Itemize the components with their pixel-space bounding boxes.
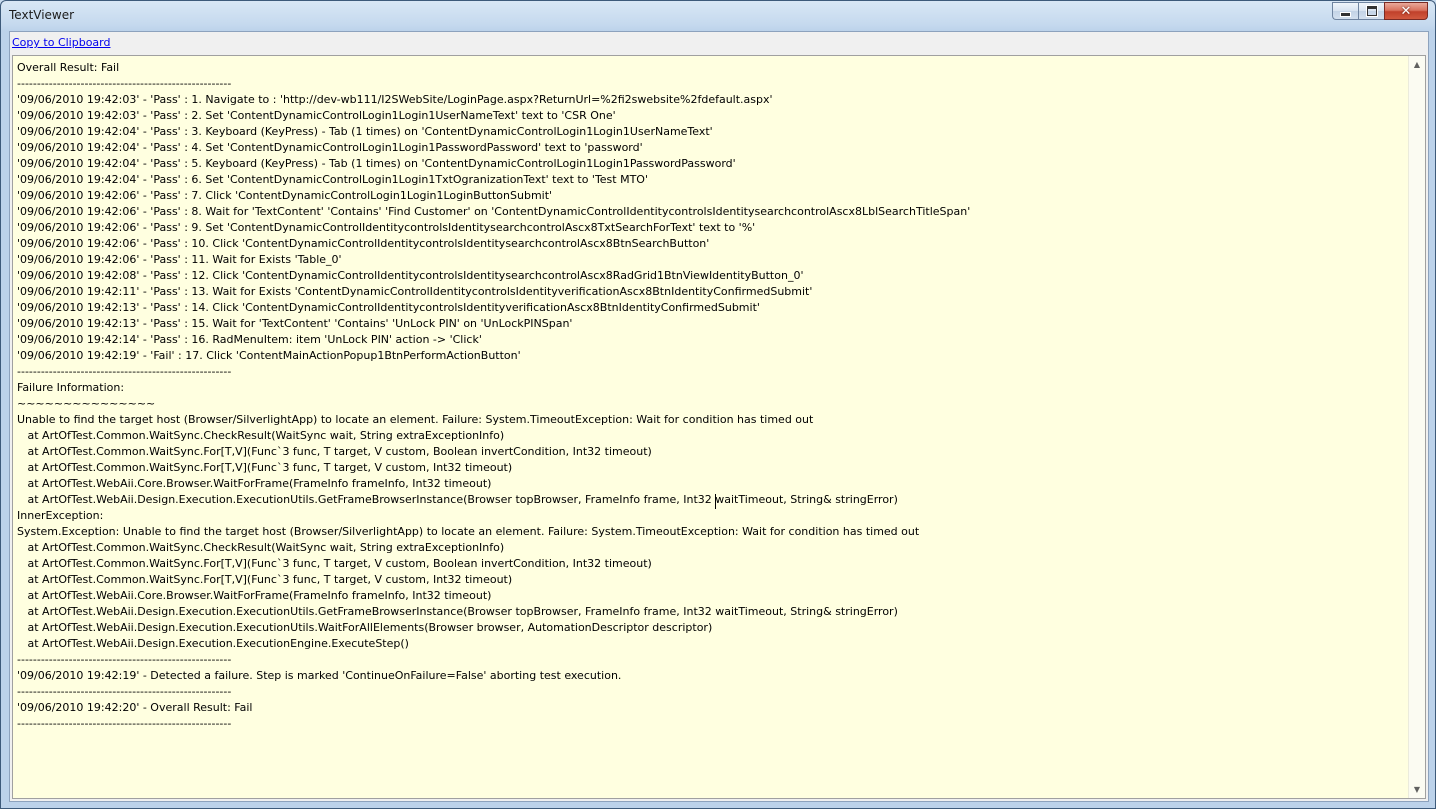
caption-buttons: ✕ xyxy=(1332,2,1428,20)
log-line: '09/06/2010 19:42:14' - 'Pass' : 16. Rad… xyxy=(17,333,482,346)
maximize-button[interactable] xyxy=(1358,2,1384,20)
scroll-down-icon[interactable]: ▼ xyxy=(1409,781,1425,798)
log-line: ----------------------------------------… xyxy=(17,77,232,90)
minimize-button[interactable] xyxy=(1332,2,1358,20)
log-line: ----------------------------------------… xyxy=(17,653,232,666)
log-line: '09/06/2010 19:42:03' - 'Pass' : 2. Set … xyxy=(17,109,616,122)
log-line: ----------------------------------------… xyxy=(17,717,232,730)
log-text-area[interactable]: Overall Result: Fail --------------------… xyxy=(12,55,1426,799)
log-line: '09/06/2010 19:42:19' - 'Fail' : 17. Cli… xyxy=(17,349,521,362)
maximize-icon xyxy=(1366,6,1377,16)
log-line: '09/06/2010 19:42:06' - 'Pass' : 11. Wai… xyxy=(17,253,342,266)
log-line: ~~~~~~~~~~~~~~~ xyxy=(17,397,156,410)
log-line: at ArtOfTest.Common.WaitSync.For[T,V](Fu… xyxy=(17,445,652,458)
log-line: '09/06/2010 19:42:19' - Detected a failu… xyxy=(17,669,622,682)
log-line: Failure Information: xyxy=(17,381,125,394)
log-line: '09/06/2010 19:42:04' - 'Pass' : 4. Set … xyxy=(17,141,643,154)
log-line: '09/06/2010 19:42:06' - 'Pass' : 7. Clic… xyxy=(17,189,553,202)
textviewer-window: TextViewer ✕ Copy to Clipboard Overall R… xyxy=(0,0,1436,809)
log-line: '09/06/2010 19:42:06' - 'Pass' : 9. Set … xyxy=(17,221,756,234)
log-line: '09/06/2010 19:42:13' - 'Pass' : 14. Cli… xyxy=(17,301,760,314)
close-icon: ✕ xyxy=(1400,3,1412,19)
log-line: '09/06/2010 19:42:13' - 'Pass' : 15. Wai… xyxy=(17,317,573,330)
log-line: '09/06/2010 19:42:06' - 'Pass' : 8. Wait… xyxy=(17,205,971,218)
log-line: '09/06/2010 19:42:04' - 'Pass' : 3. Keyb… xyxy=(17,125,713,138)
log-line: '09/06/2010 19:42:03' - 'Pass' : 1. Navi… xyxy=(17,93,773,106)
log-line: '09/06/2010 19:42:11' - 'Pass' : 13. Wai… xyxy=(17,285,813,298)
log-line: at ArtOfTest.WebAii.Design.Execution.Exe… xyxy=(17,605,898,618)
window-title: TextViewer xyxy=(9,8,75,22)
log-line: at ArtOfTest.Common.WaitSync.CheckResult… xyxy=(17,541,505,554)
title-bar[interactable]: TextViewer ✕ xyxy=(1,1,1435,30)
log-line: at ArtOfTest.Common.WaitSync.For[T,V](Fu… xyxy=(17,461,513,474)
log-line: Unable to find the target host (Browser/… xyxy=(17,413,814,426)
log-text-content: Overall Result: Fail --------------------… xyxy=(17,60,1407,732)
scroll-up-icon[interactable]: ▲ xyxy=(1409,56,1425,73)
client-area: Copy to Clipboard Overall Result: Fail --… xyxy=(9,31,1429,802)
log-line: at ArtOfTest.Common.WaitSync.For[T,V](Fu… xyxy=(17,557,652,570)
log-line: InnerException: xyxy=(17,509,104,522)
log-line: '09/06/2010 19:42:06' - 'Pass' : 10. Cli… xyxy=(17,237,710,250)
log-line: System.Exception: Unable to find the tar… xyxy=(17,525,920,538)
minimize-icon xyxy=(1340,11,1351,17)
log-line: Overall Result: Fail xyxy=(17,61,120,74)
log-line: at ArtOfTest.Common.WaitSync.For[T,V](Fu… xyxy=(17,573,513,586)
log-line: ----------------------------------------… xyxy=(17,365,232,378)
toolbar: Copy to Clipboard xyxy=(10,32,1428,54)
log-line: at ArtOfTest.WebAii.Design.Execution.Exe… xyxy=(17,493,898,506)
copy-to-clipboard-link[interactable]: Copy to Clipboard xyxy=(12,36,110,49)
close-button[interactable]: ✕ xyxy=(1384,2,1428,20)
log-line: at ArtOfTest.WebAii.Core.Browser.WaitFor… xyxy=(17,477,492,490)
log-line: at ArtOfTest.Common.WaitSync.CheckResult… xyxy=(17,429,505,442)
log-line: at ArtOfTest.WebAii.Design.Execution.Exe… xyxy=(17,621,713,634)
log-line: ----------------------------------------… xyxy=(17,685,232,698)
vertical-scrollbar[interactable]: ▲ ▼ xyxy=(1408,56,1425,798)
log-line: '09/06/2010 19:42:08' - 'Pass' : 12. Cli… xyxy=(17,269,804,282)
log-line: '09/06/2010 19:42:20' - Overall Result: … xyxy=(17,701,253,714)
text-caret xyxy=(715,494,716,509)
log-line: at ArtOfTest.WebAii.Core.Browser.WaitFor… xyxy=(17,589,492,602)
log-line: '09/06/2010 19:42:04' - 'Pass' : 6. Set … xyxy=(17,173,648,186)
log-line: '09/06/2010 19:42:04' - 'Pass' : 5. Keyb… xyxy=(17,157,736,170)
log-line: at ArtOfTest.WebAii.Design.Execution.Exe… xyxy=(17,637,409,650)
